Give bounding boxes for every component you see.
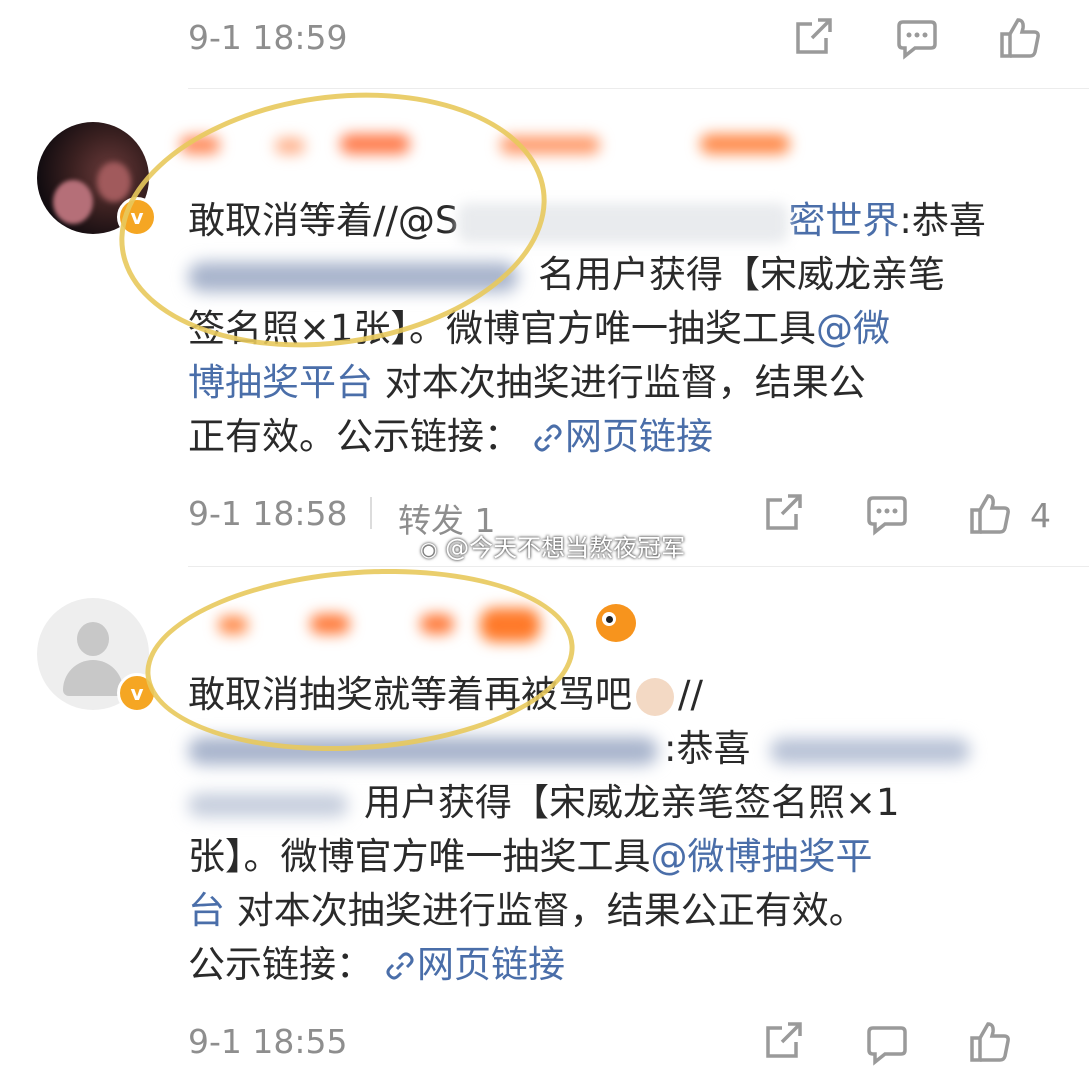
comment-text-line: 张】。微博官方唯一抽奖工具 (188, 835, 651, 878)
divider-vertical (370, 497, 372, 529)
divider (188, 566, 1089, 567)
pufferfish-emoji-icon (596, 604, 636, 642)
post-time: 9-1 18:58 (188, 494, 348, 533)
mention-link[interactable]: 密世界 (788, 199, 899, 242)
web-link[interactable]: 网页链接 (373, 943, 565, 986)
share-icon[interactable] (762, 1022, 804, 1062)
share-icon[interactable] (792, 18, 834, 58)
redacted-text (188, 792, 348, 817)
link-label: 网页链接 (417, 943, 565, 986)
comment-text-line: // (678, 673, 703, 716)
post-time: 9-1 18:55 (188, 1022, 348, 1061)
comment-icon[interactable] (895, 18, 939, 60)
comment-text-line: 对本次抽奖进行监督，结果公 (373, 361, 866, 404)
watermark-text: @今天不想当熬夜冠军 (445, 534, 686, 562)
comment-icon[interactable] (865, 1024, 909, 1066)
link-icon (533, 410, 563, 464)
mention-link[interactable]: 台 (188, 889, 225, 932)
comment-text-line: 正有效。公示链接： (188, 415, 521, 458)
like-icon[interactable] (968, 492, 1012, 536)
comment-text-line: 对本次抽奖进行监督，结果公正有效。 (225, 889, 866, 932)
comment-text-line: :恭喜 (899, 199, 986, 242)
redacted-text (770, 737, 971, 764)
like-icon[interactable] (998, 16, 1042, 60)
link-label: 网页链接 (565, 415, 713, 458)
weibo-icon: ◉ (420, 537, 438, 561)
comment-text-line: 用户获得【宋威龙亲笔签名照×1 (364, 781, 900, 824)
emoji-icon (636, 677, 674, 716)
comment-icon[interactable] (865, 494, 909, 536)
web-link[interactable]: 网页链接 (521, 415, 713, 458)
like-icon[interactable] (968, 1020, 1012, 1064)
link-icon (385, 938, 415, 992)
mention-link[interactable]: @微博抽奖平 (651, 835, 873, 878)
comment-text-line: :恭喜 (664, 727, 751, 770)
divider (188, 88, 1089, 89)
comment-text-line: 名用户获得【宋威龙亲笔 (538, 253, 945, 296)
like-count: 4 (1030, 496, 1051, 535)
mention-link[interactable]: @微 (816, 307, 890, 350)
mention-link[interactable]: 博抽奖平台 (188, 361, 373, 404)
comment-text-line: 公示链接： (188, 943, 373, 986)
watermark: ◉ @今天不想当熬夜冠军 (420, 528, 685, 563)
post-time: 9-1 18:59 (188, 18, 348, 57)
share-icon[interactable] (762, 494, 804, 534)
